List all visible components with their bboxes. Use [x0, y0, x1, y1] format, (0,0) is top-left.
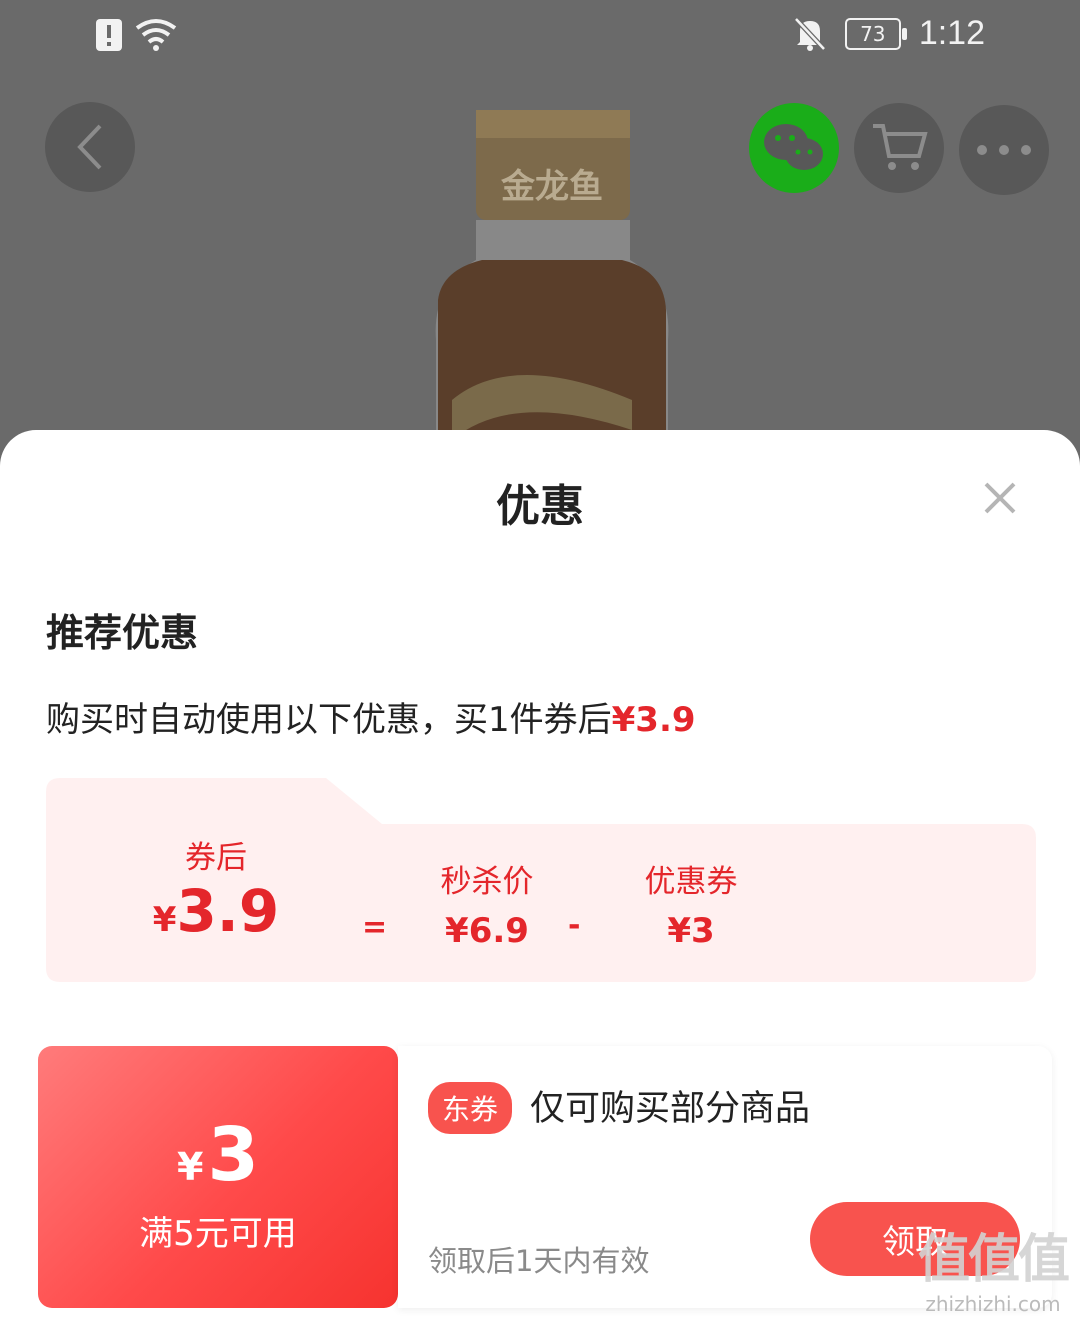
coupon-card: ¥3 满5元可用 东券 仅可购买部分商品 领取后1天内有效 领取	[38, 1046, 1052, 1308]
discount-sheet: 优惠 推荐优惠 购买时自动使用以下优惠，买1件券后¥3.9 券后 ¥3.9 = …	[0, 430, 1080, 1320]
cart-button[interactable]	[854, 103, 944, 193]
price-calculation: 券后 ¥3.9 = 秒杀价 ¥6.9 - 优惠券 ¥3	[46, 778, 1036, 982]
watermark: 值值值 zhizhizhi.com	[917, 1217, 1070, 1316]
after-coupon-label: 券后	[185, 840, 247, 876]
clock: 1:12	[918, 14, 985, 52]
coupon-type-badge: 东券	[428, 1082, 513, 1134]
alert-icon	[96, 19, 122, 51]
battery-indicator: 73	[844, 17, 907, 50]
equals-sign: =	[362, 910, 388, 945]
battery-level: 73	[860, 21, 886, 46]
coupon-amount-value: 3	[207, 1112, 259, 1198]
after-coupon-price: ¥3.9	[146, 877, 286, 945]
coupon-label: 优惠券	[644, 864, 738, 900]
after-currency: ¥	[152, 900, 177, 940]
back-button[interactable]	[45, 102, 135, 192]
more-dots-icon	[977, 145, 1031, 155]
coupon-currency: ¥	[177, 1145, 204, 1189]
coupon-scope: 仅可购买部分商品	[530, 1089, 811, 1129]
watermark-logo: 值值值	[917, 1230, 1070, 1290]
wechat-icon	[764, 124, 823, 170]
wifi-icon	[135, 19, 177, 51]
product-page-background: 73 1:12 金龙鱼	[0, 0, 1080, 460]
discount-description: 购买时自动使用以下优惠，买1件券后¥3.9	[46, 692, 696, 741]
wechat-share-button[interactable]	[749, 103, 839, 193]
coupon-value-panel: ¥3 满5元可用	[38, 1046, 398, 1308]
after-value: 3.9	[176, 877, 280, 945]
coupon-condition: 满5元可用	[139, 1214, 297, 1254]
sheet-title: 优惠	[496, 481, 584, 532]
brand-text: 金龙鱼	[500, 167, 603, 207]
mute-bell-icon	[793, 16, 826, 51]
minus-sign: -	[568, 908, 581, 943]
close-icon[interactable]	[980, 478, 1020, 518]
after-coupon-block: 券后 ¥3.9	[146, 832, 286, 945]
coupon-value: ¥3	[667, 911, 715, 951]
chevron-left-icon	[77, 124, 102, 170]
section-title: 推荐优惠	[46, 611, 199, 655]
cart-icon	[873, 124, 928, 170]
coupon-validity: 领取后1天内有效	[428, 1244, 650, 1278]
more-button[interactable]	[959, 105, 1049, 195]
status-bar: 73 1:12	[0, 0, 1080, 80]
description-text: 购买时自动使用以下优惠，买1件券后	[46, 700, 612, 740]
flash-price-label: 秒杀价	[440, 864, 534, 900]
product-image: 金龙鱼	[435, 110, 669, 460]
coupon-amount: ¥3	[38, 1112, 398, 1198]
watermark-url: zhizhizhi.com	[925, 1292, 1061, 1316]
description-price: ¥3.9	[611, 700, 696, 740]
coupon-deduction-block: 优惠券 ¥3	[626, 856, 756, 951]
flash-price-block: 秒杀价 ¥6.9	[422, 856, 552, 951]
flash-price-value: ¥6.9	[445, 911, 529, 951]
